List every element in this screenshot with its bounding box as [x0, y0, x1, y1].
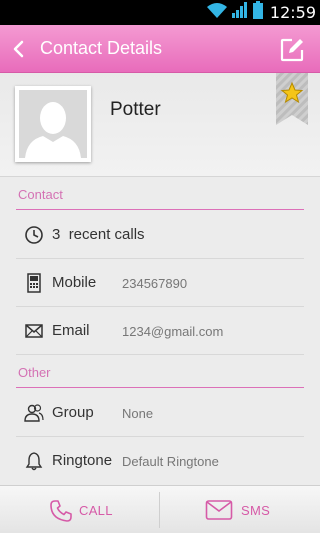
group-icon [24, 403, 44, 423]
bottom-action-bar: CALL SMS [0, 485, 320, 533]
contact-name: Potter [110, 99, 161, 120]
contact-header: Potter [0, 73, 320, 177]
recent-calls-row[interactable]: 3 recent calls [16, 211, 304, 259]
section-label: Other [18, 365, 51, 380]
back-button[interactable] [8, 37, 30, 61]
recent-calls-text: recent calls [68, 226, 145, 243]
page-title: Contact Details [40, 38, 163, 58]
signal-icon [231, 2, 248, 23]
back-icon [8, 40, 30, 65]
sms-icon [205, 499, 233, 526]
call-label: CALL [79, 503, 113, 518]
bell-icon [24, 451, 44, 471]
battery-icon [252, 1, 263, 24]
sms-button[interactable]: SMS [160, 486, 320, 533]
edit-icon [279, 38, 305, 67]
edit-button[interactable] [279, 37, 305, 63]
wifi-icon [206, 2, 227, 23]
phone-icon [24, 273, 44, 293]
mail-icon [24, 321, 44, 341]
section-other: Other [16, 356, 304, 388]
call-button[interactable]: CALL [0, 486, 160, 533]
group-row[interactable]: Group None [16, 389, 304, 437]
mobile-label: Mobile [52, 274, 97, 291]
email-label: Email [52, 322, 90, 339]
call-icon [49, 499, 73, 528]
sms-label: SMS [241, 503, 271, 518]
ringtone-label: Ringtone [52, 452, 113, 469]
group-value: None [122, 406, 154, 421]
section-label: Contact [18, 187, 63, 202]
section-contact: Contact [16, 178, 304, 210]
status-time: 12:59 [269, 3, 316, 22]
recent-calls-count: 3 [52, 226, 61, 243]
status-bar: 12:59 [0, 0, 320, 25]
mobile-row[interactable]: Mobile 234567890 [16, 259, 304, 307]
favorite-ribbon[interactable] [276, 73, 308, 125]
email-value: 1234@gmail.com [122, 324, 224, 339]
clock-icon [24, 225, 44, 245]
avatar[interactable] [15, 86, 91, 162]
recent-calls-label: 3 recent calls [52, 226, 145, 243]
group-label: Group [52, 404, 94, 421]
email-row[interactable]: Email 1234@gmail.com [16, 307, 304, 355]
ringtone-row[interactable]: Ringtone Default Ringtone [16, 437, 304, 485]
mobile-value: 234567890 [122, 276, 188, 291]
person-silhouette-icon [25, 102, 81, 158]
action-bar: Contact Details [0, 25, 320, 73]
ringtone-value: Default Ringtone [122, 454, 219, 469]
